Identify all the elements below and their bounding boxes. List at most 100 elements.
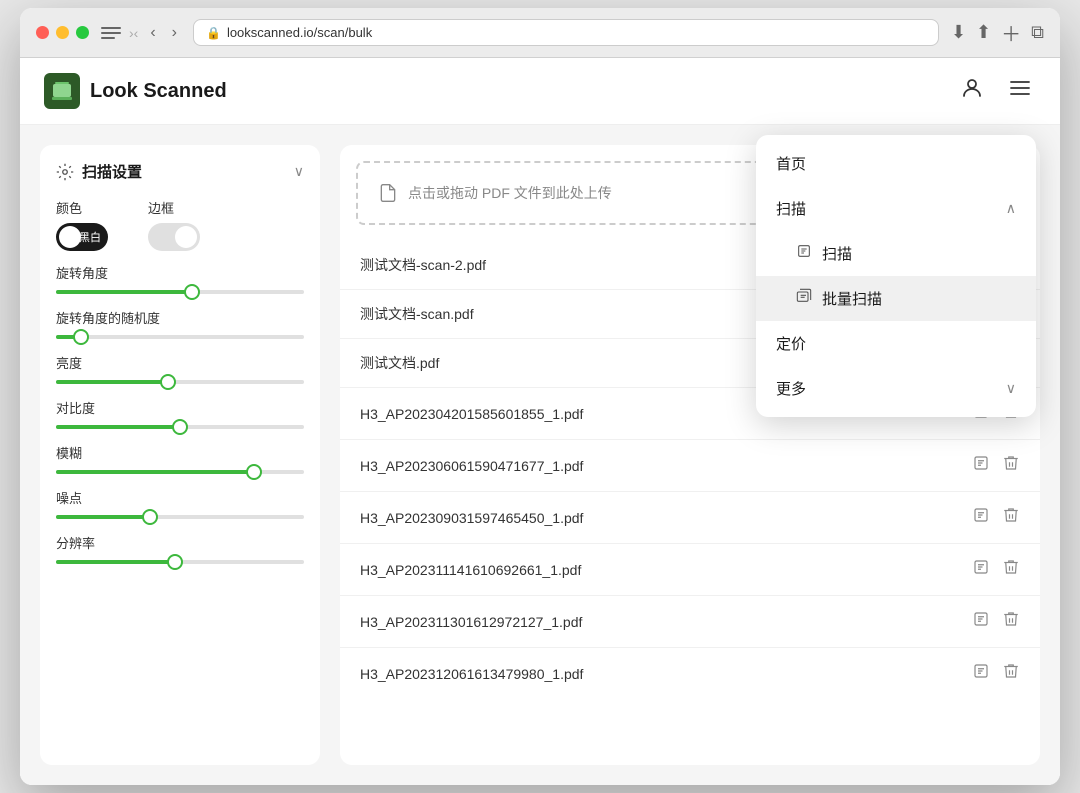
noise-track <box>56 515 304 519</box>
hamburger-menu-button[interactable] <box>1004 72 1036 110</box>
menu-item-scan-expand[interactable]: 扫描 ∧ <box>756 186 1036 231</box>
menu-item-more-expand[interactable]: 更多 ∨ <box>756 366 1036 411</box>
settings-panel: 扫描设置 ∨ 颜色 黑白 边框 <box>40 145 320 765</box>
tab-overview-icon[interactable]: ⧉ <box>1031 22 1044 43</box>
menu-bulk-scan-label: 批量扫描 <box>822 288 882 309</box>
resolution-thumb[interactable] <box>167 554 183 570</box>
browser-titlebar: ›‹ ‹ › 🔒 lookscanned.io/scan/bulk ⬇ ⬆ ＋ … <box>20 8 1060 58</box>
menu-item-bulk-scan[interactable]: 批量扫描 <box>756 276 1036 321</box>
file-actions <box>972 454 1020 477</box>
file-item: H3_AP202309031597465450_1.pdf <box>340 492 1040 544</box>
browser-right-controls: ⬇ ⬆ ＋ ⧉ <box>951 18 1044 47</box>
color-setting-group: 颜色 黑白 <box>56 198 108 251</box>
address-bar[interactable]: 🔒 lookscanned.io/scan/bulk <box>193 19 939 46</box>
delete-file-button[interactable] <box>1002 506 1020 529</box>
rotation-random-label: 旋转角度的随机度 <box>56 308 304 327</box>
settings-collapse-chevron[interactable]: ∨ <box>294 163 304 180</box>
border-setting-group: 边框 <box>148 198 200 251</box>
rotation-random-slider-container: 旋转角度的随机度 <box>56 308 304 339</box>
file-name: H3_AP202304201585601855_1.pdf <box>360 406 583 422</box>
logo-icon <box>44 73 80 109</box>
border-label: 边框 <box>148 198 200 217</box>
noise-label: 噪点 <box>56 488 304 507</box>
scan-file-button[interactable] <box>972 506 990 529</box>
upload-icon <box>378 183 398 203</box>
file-name: 测试文档-scan-2.pdf <box>360 255 486 275</box>
delete-file-button[interactable] <box>1002 558 1020 581</box>
rotation-fill <box>56 290 192 294</box>
file-name: H3_AP202311301612972127_1.pdf <box>360 614 582 630</box>
menu-item-home[interactable]: 首页 <box>756 141 1036 186</box>
browser-controls: ›‹ ‹ › <box>101 22 181 44</box>
browser-window: ›‹ ‹ › 🔒 lookscanned.io/scan/bulk ⬇ ⬆ ＋ … <box>20 8 1060 785</box>
sidebar-toggle-button[interactable] <box>101 26 121 40</box>
settings-title: 扫描设置 <box>82 161 142 182</box>
rotation-label: 旋转角度 <box>56 263 304 282</box>
brightness-fill <box>56 380 168 384</box>
menu-home-label: 首页 <box>776 153 806 174</box>
download-icon[interactable]: ⬇ <box>951 22 966 43</box>
resolution-slider-container: 分辨率 <box>56 533 304 564</box>
file-item: H3_AP202311301612972127_1.pdf <box>340 596 1040 648</box>
delete-file-button[interactable] <box>1002 454 1020 477</box>
app-title: Look Scanned <box>90 80 227 103</box>
fullscreen-button[interactable] <box>76 26 89 39</box>
menu-item-pricing[interactable]: 定价 <box>756 321 1036 366</box>
minimize-button[interactable] <box>56 26 69 39</box>
color-toggle[interactable]: 黑白 <box>56 223 108 251</box>
file-name: 测试文档-scan.pdf <box>360 304 474 324</box>
file-actions <box>972 558 1020 581</box>
file-actions <box>972 610 1020 633</box>
blur-track <box>56 470 304 474</box>
noise-thumb[interactable] <box>142 509 158 525</box>
brightness-slider-container: 亮度 <box>56 353 304 384</box>
scan-file-button[interactable] <box>972 610 990 633</box>
scan-file-button[interactable] <box>972 454 990 477</box>
noise-slider-container: 噪点 <box>56 488 304 519</box>
contrast-label: 对比度 <box>56 398 304 417</box>
blur-slider-container: 模糊 <box>56 443 304 474</box>
back-button[interactable]: ‹ <box>146 22 159 44</box>
settings-color-border-row: 颜色 黑白 边框 <box>56 198 304 251</box>
user-account-button[interactable] <box>956 72 988 110</box>
rotation-random-thumb[interactable] <box>73 329 89 345</box>
scan-file-button[interactable] <box>972 558 990 581</box>
close-button[interactable] <box>36 26 49 39</box>
contrast-fill <box>56 425 180 429</box>
contrast-thumb[interactable] <box>172 419 188 435</box>
brightness-thumb[interactable] <box>160 374 176 390</box>
rotation-track <box>56 290 304 294</box>
file-item: H3_AP202312061613479980_1.pdf <box>340 648 1040 699</box>
blur-thumb[interactable] <box>246 464 262 480</box>
new-tab-icon[interactable]: ＋ <box>1001 18 1021 47</box>
border-toggle-knob <box>175 226 197 248</box>
border-toggle[interactable] <box>148 223 200 251</box>
file-actions <box>972 662 1020 685</box>
dropdown-menu: 首页 扫描 ∧ 扫描 批量扫描 <box>756 135 1036 417</box>
menu-scan-label: 扫描 <box>776 198 806 219</box>
file-name: H3_AP202306061590471677_1.pdf <box>360 458 583 474</box>
scan-chevron-up-icon: ∧ <box>1006 200 1016 217</box>
rotation-thumb[interactable] <box>184 284 200 300</box>
delete-file-button[interactable] <box>1002 662 1020 685</box>
url-text: lookscanned.io/scan/bulk <box>227 25 372 40</box>
scan-file-button[interactable] <box>972 662 990 685</box>
noise-fill <box>56 515 150 519</box>
forward-button[interactable]: › <box>168 22 181 44</box>
bulk-scan-icon <box>796 288 812 309</box>
settings-header: 扫描设置 ∨ <box>56 161 304 182</box>
share-icon[interactable]: ⬆ <box>976 22 991 43</box>
main-layout: 扫描设置 ∨ 颜色 黑白 边框 <box>20 125 1060 785</box>
file-name: H3_AP202312061613479980_1.pdf <box>360 666 583 682</box>
resolution-track <box>56 560 304 564</box>
contrast-slider-container: 对比度 <box>56 398 304 429</box>
app-logo: Look Scanned <box>44 73 227 109</box>
header-right <box>956 72 1036 110</box>
settings-title-row: 扫描设置 <box>56 161 142 182</box>
app-content: Look Scanned <box>20 58 1060 785</box>
file-name: 测试文档.pdf <box>360 353 439 373</box>
app-header: Look Scanned <box>20 58 1060 125</box>
menu-item-scan-sub[interactable]: 扫描 <box>756 231 1036 276</box>
delete-file-button[interactable] <box>1002 610 1020 633</box>
resolution-fill <box>56 560 175 564</box>
